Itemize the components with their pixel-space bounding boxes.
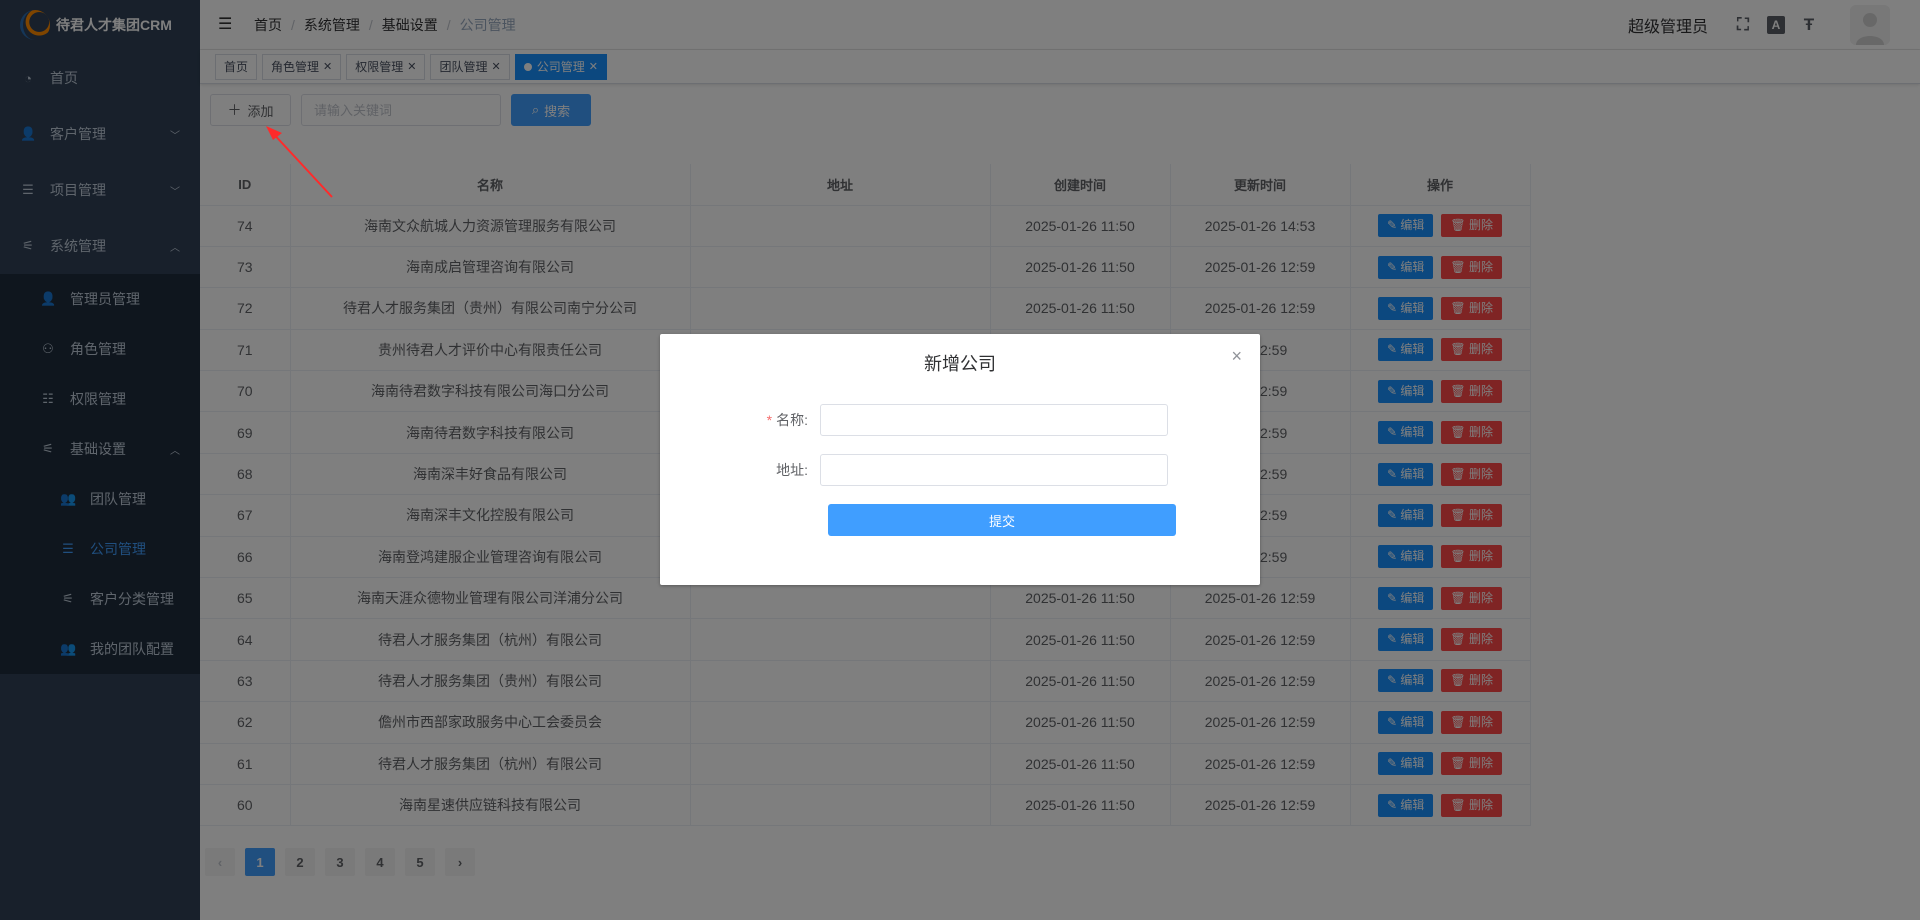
close-icon[interactable]: × xyxy=(1231,346,1242,367)
name-field[interactable] xyxy=(820,404,1168,436)
address-field[interactable] xyxy=(820,454,1168,486)
name-label-text: 名称: xyxy=(776,412,808,428)
required-mark: * xyxy=(766,412,773,428)
submit-button[interactable]: 提交 xyxy=(828,504,1176,536)
address-label: 地址: xyxy=(776,462,808,478)
form-row-address: 地址: xyxy=(660,454,1260,486)
add-company-dialog: 新增公司 × * 名称: 地址: 提交 xyxy=(660,334,1260,585)
dialog-title: 新增公司 xyxy=(924,354,996,374)
name-label: * 名称: xyxy=(660,410,820,430)
form-row-name: * 名称: xyxy=(660,404,1260,436)
